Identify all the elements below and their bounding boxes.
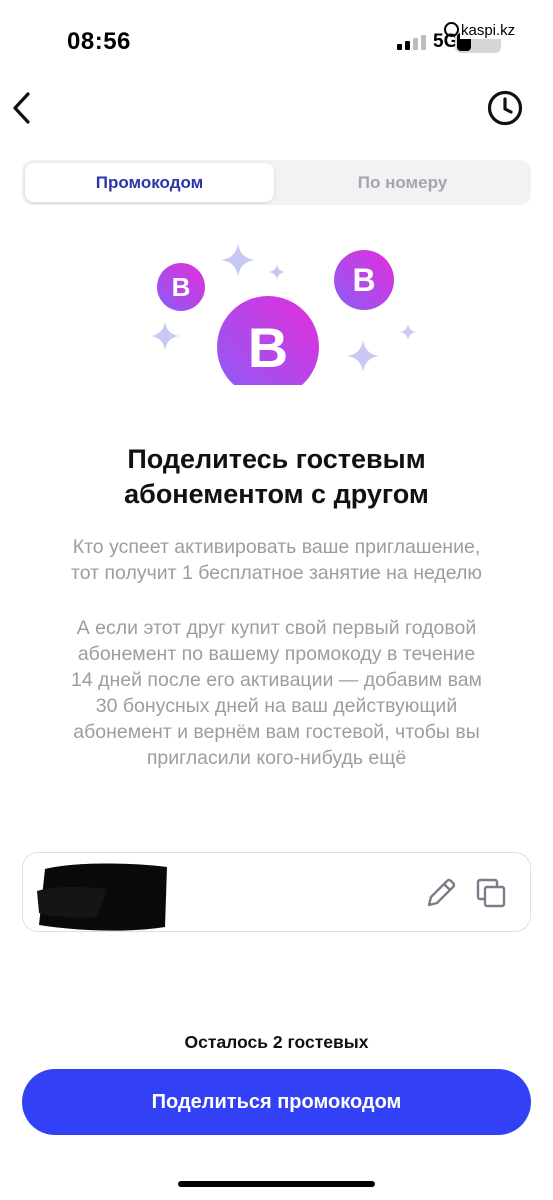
- home-indicator: [178, 1181, 375, 1187]
- bonus-coins-illustration: B B B: [151, 243, 416, 385]
- small-coin-left: B: [157, 263, 205, 311]
- sparkle-icon: [347, 340, 379, 372]
- remaining-guests-label: Осталось 2 гостевых: [184, 1032, 369, 1052]
- copy-promo-button[interactable]: [472, 875, 508, 911]
- watermark-label: kaspi.kz: [460, 22, 517, 39]
- watermark: kaspi.kz: [444, 22, 517, 39]
- tab-by-number[interactable]: По номеру: [278, 163, 527, 202]
- promo-code-field[interactable]: [22, 852, 531, 932]
- status-bar: 08:56 5G kaspi.kz: [0, 0, 553, 80]
- coin-letter: B: [352, 262, 375, 298]
- segmented-tabs: Промокодом По номеру: [22, 160, 531, 205]
- description-invite: Кто успеет активировать ваше приглашение…: [71, 536, 482, 584]
- promo-code-value-redacted: [37, 863, 167, 931]
- pencil-icon: [427, 878, 456, 907]
- coin-letter: B: [248, 316, 288, 379]
- sparkle-icon: [400, 324, 416, 340]
- edit-promo-button[interactable]: [423, 875, 459, 911]
- main-coin: B: [217, 296, 319, 385]
- sparkle-icon: [151, 322, 179, 350]
- watermark-logo-icon: [444, 22, 459, 37]
- share-promocode-button[interactable]: Поделиться промокодом: [22, 1069, 531, 1135]
- page-title: Поделитесь гостевым абонементом с другом: [124, 444, 429, 509]
- description-bonus: А если этот друг купит свой первый годов…: [71, 617, 482, 769]
- history-button[interactable]: [486, 89, 524, 127]
- small-coin-right: B: [334, 250, 394, 310]
- clock-icon: [487, 90, 523, 126]
- status-time: 08:56: [67, 28, 131, 55]
- tab-promocode[interactable]: Промокодом: [25, 163, 274, 202]
- back-button[interactable]: [8, 88, 36, 128]
- chevron-left-icon: [13, 92, 30, 124]
- sparkle-icon: [269, 264, 285, 280]
- coin-letter: B: [172, 272, 191, 302]
- sparkle-icon: [220, 243, 256, 277]
- signal-icon: [397, 34, 427, 50]
- copy-icon: [476, 878, 506, 908]
